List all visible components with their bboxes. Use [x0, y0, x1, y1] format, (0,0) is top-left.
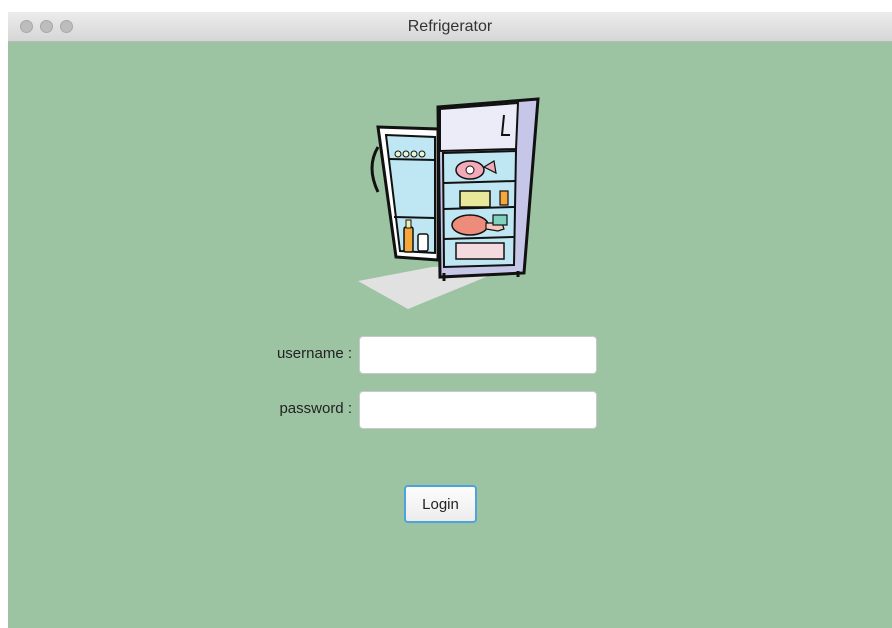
- password-label: password :: [279, 400, 352, 417]
- login-button[interactable]: Login: [404, 485, 477, 523]
- password-input[interactable]: [359, 391, 597, 429]
- window-title: Refrigerator: [407, 18, 493, 35]
- refrigerator-illustration: [358, 97, 540, 309]
- title-bar: Refrigerator: [8, 12, 892, 42]
- username-label: username :: [276, 345, 352, 362]
- app-window: Refrigerator username: password: Login: [8, 12, 892, 628]
- username-input[interactable]: [359, 336, 597, 374]
